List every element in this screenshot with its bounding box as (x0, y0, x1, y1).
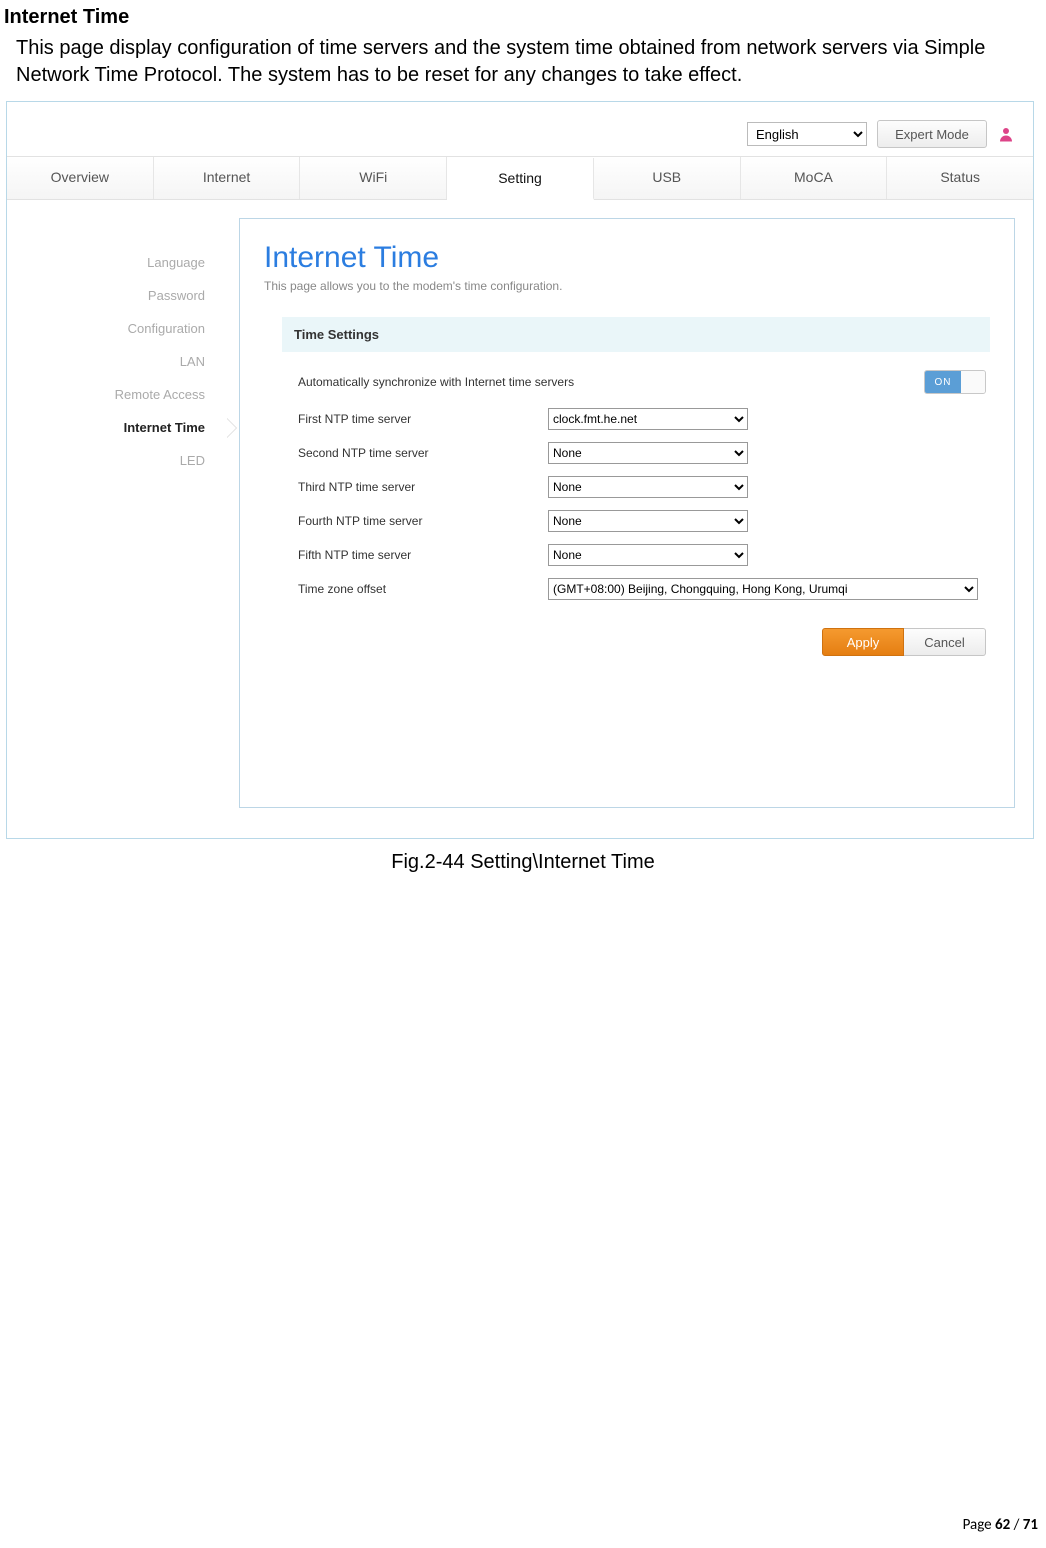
sidebar-item-remote-access[interactable]: Remote Access (7, 378, 227, 411)
time-settings-section-header: Time Settings (282, 317, 990, 352)
sidebar-item-language[interactable]: Language (7, 246, 227, 279)
ntp1-select[interactable]: clock.fmt.he.net (548, 408, 748, 430)
timezone-select[interactable]: (GMT+08:00) Beijing, Chongquing, Hong Ko… (548, 578, 978, 600)
language-select[interactable]: English (747, 122, 867, 146)
sidebar-item-internet-time[interactable]: Internet Time (7, 411, 227, 444)
expert-mode-button[interactable]: Expert Mode (877, 120, 987, 148)
timezone-label: Time zone offset (298, 582, 548, 596)
ntp3-select[interactable]: None (548, 476, 748, 498)
ntp1-label: First NTP time server (298, 412, 548, 426)
cancel-button[interactable]: Cancel (904, 628, 986, 656)
apply-button[interactable]: Apply (822, 628, 904, 656)
content-panel: Internet Time This page allows you to th… (239, 218, 1015, 808)
router-admin-screenshot: English Expert Mode Overview Internet Wi… (6, 101, 1034, 839)
toggle-on-text: ON (925, 371, 961, 393)
settings-sidebar: Language Password Configuration LAN Remo… (7, 200, 227, 808)
user-icon[interactable] (997, 125, 1015, 143)
ntp3-label: Third NTP time server (298, 480, 548, 494)
ntp4-select[interactable]: None (548, 510, 748, 532)
toggle-knob (961, 371, 985, 393)
tab-wifi[interactable]: WiFi (300, 157, 447, 199)
figure-caption: Fig.2-44 Setting\Internet Time (0, 851, 1046, 874)
sidebar-item-configuration[interactable]: Configuration (7, 312, 227, 345)
tab-moca[interactable]: MoCA (741, 157, 888, 199)
auto-sync-label: Automatically synchronize with Internet … (298, 375, 574, 389)
top-bar: English Expert Mode (7, 102, 1033, 156)
doc-section-heading: Internet Time (4, 6, 1046, 29)
sidebar-item-lan[interactable]: LAN (7, 345, 227, 378)
ntp2-select[interactable]: None (548, 442, 748, 464)
auto-sync-toggle[interactable]: ON (924, 370, 986, 394)
ntp4-label: Fourth NTP time server (298, 514, 548, 528)
doc-description-paragraph: This page display configuration of time … (16, 35, 1036, 89)
ntp2-label: Second NTP time server (298, 446, 548, 460)
sidebar-item-password[interactable]: Password (7, 279, 227, 312)
tab-status[interactable]: Status (887, 157, 1033, 199)
ntp5-label: Fifth NTP time server (298, 548, 548, 562)
sidebar-item-led[interactable]: LED (7, 444, 227, 477)
ntp5-select[interactable]: None (548, 544, 748, 566)
main-tab-bar: Overview Internet WiFi Setting USB MoCA … (7, 156, 1033, 200)
tab-usb[interactable]: USB (594, 157, 741, 199)
panel-subtitle: This page allows you to the modem's time… (264, 279, 990, 293)
tab-internet[interactable]: Internet (154, 157, 301, 199)
tab-setting[interactable]: Setting (447, 158, 594, 200)
page-footer: Page 62 / 71 (963, 1516, 1038, 1534)
panel-title: Internet Time (264, 241, 990, 275)
tab-overview[interactable]: Overview (7, 157, 154, 199)
